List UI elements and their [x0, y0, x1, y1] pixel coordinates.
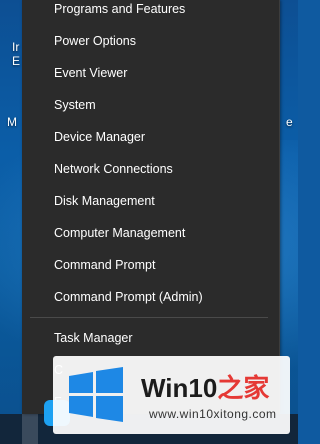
watermark-title: Win10之家	[141, 374, 269, 402]
menu-item-command-prompt[interactable]: Command Prompt	[22, 249, 279, 281]
menu-item-programs-and-features[interactable]: Programs and Features	[22, 0, 279, 25]
windows-logo-icon	[69, 367, 123, 422]
site-watermark: Win10之家 www.win10xitong.com	[53, 356, 290, 434]
menu-item-event-viewer[interactable]: Event Viewer	[22, 57, 279, 89]
menu-item-task-manager[interactable]: Task Manager	[22, 322, 279, 354]
menu-item-device-manager[interactable]: Device Manager	[22, 121, 279, 153]
watermark-title-main: Win10	[141, 373, 218, 403]
desktop-icon-label-fragment[interactable]: M	[7, 116, 17, 129]
win-x-quick-link-menu: Programs and Features Power Options Even…	[22, 0, 280, 414]
menu-separator	[30, 317, 268, 318]
watermark-title-accent: 之家	[217, 373, 270, 403]
desktop-icon-label-fragment[interactable]: E	[12, 55, 20, 68]
menu-item-command-prompt-admin[interactable]: Command Prompt (Admin)	[22, 281, 279, 313]
menu-item-network-connections[interactable]: Network Connections	[22, 153, 279, 185]
menu-item-computer-management[interactable]: Computer Management	[22, 217, 279, 249]
desktop-icon-label-fragment[interactable]: e	[286, 116, 293, 129]
menu-item-system[interactable]: System	[22, 89, 279, 121]
watermark-url: www.win10xitong.com	[149, 407, 277, 421]
menu-item-disk-management[interactable]: Disk Management	[22, 185, 279, 217]
desktop-icon-label-fragment[interactable]: Ir	[12, 41, 19, 54]
start-button[interactable]	[22, 414, 38, 444]
menu-item-power-options[interactable]: Power Options	[22, 25, 279, 57]
